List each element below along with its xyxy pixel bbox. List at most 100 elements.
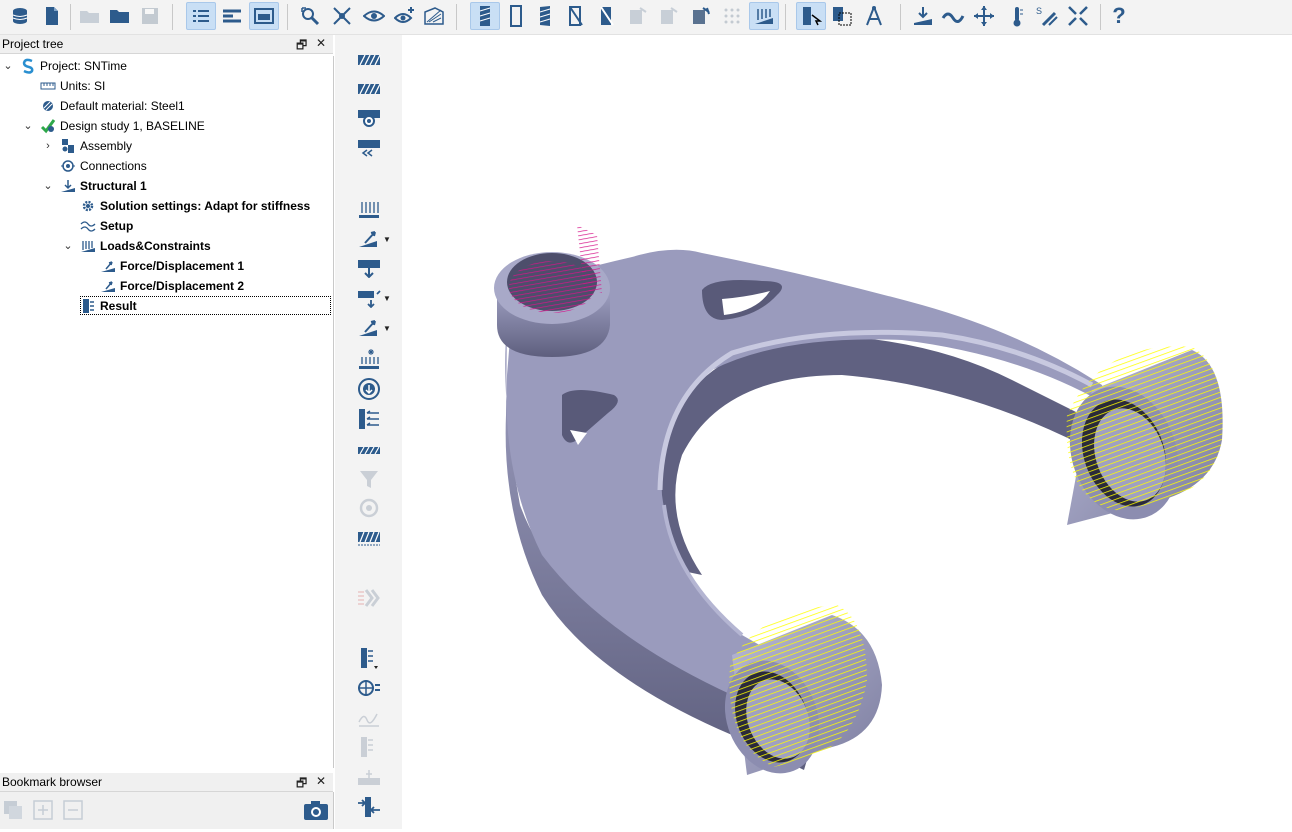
tree-list-icon[interactable] [186,2,216,30]
svg-text:S: S [1036,6,1042,16]
chevron-down-icon[interactable]: ⌄ [2,60,14,72]
help-icon[interactable]: ? [1107,3,1131,28]
displacement-load-icon[interactable] [357,316,381,340]
tree-node-label: Setup [100,219,134,233]
chevron-right-icon[interactable]: › [42,140,54,152]
contact-strip-icon[interactable] [357,438,381,462]
tree-node-result[interactable]: Result [80,296,137,316]
eye-view-icon[interactable] [362,4,386,28]
hatch-slant-icon[interactable] [533,4,557,28]
hatch-mirror-icon[interactable] [595,4,619,28]
zoom-fit-icon[interactable] [298,4,322,28]
shrink-icon[interactable] [1066,4,1090,28]
hatch-strip-icon[interactable] [357,48,381,72]
tree-node-label: Loads&Constraints [100,239,211,253]
force-load-icon[interactable] [357,227,381,251]
rotate-icon [357,496,381,520]
control-arm-model[interactable] [402,35,1292,829]
dropdown-arrow-icon[interactable]: ▼ [383,294,391,303]
gear-icon [80,198,96,214]
new-document-icon[interactable] [40,4,64,28]
funnel-icon [357,467,381,491]
bearing-icon[interactable] [357,106,381,130]
dropdown-arrow-icon[interactable]: ▼ [383,324,391,333]
compass-icon[interactable] [862,4,886,28]
tree-node-design-study[interactable]: Design study 1, BASELINE [40,116,205,136]
constraint-hatch-right [1066,346,1223,511]
chevron-down-icon[interactable]: ⌄ [42,180,54,192]
design-study-icon [40,118,56,134]
tree-node-force-displacement-1[interactable]: Force/Displacement 1 [100,256,244,276]
display-mode-icon[interactable] [249,2,279,30]
load-down-icon[interactable] [911,4,935,28]
tree-node-structural[interactable]: Structural 1 [60,176,147,196]
tree-node-setup[interactable]: Setup [80,216,133,236]
multi-load-icon[interactable] [357,407,381,431]
tree-node-label: Design study 1, BASELINE [60,119,205,133]
tree-node-label: Force/Displacement 1 [120,259,245,273]
tree-node-label: Default material: Steel1 [60,99,185,113]
result-bars-icon[interactable] [357,647,381,671]
mesh-load-icon[interactable] [749,2,779,30]
select-cursor-icon[interactable] [796,2,826,30]
compress-icon[interactable] [357,795,381,819]
tree-node-label: Project: SNTime [40,59,127,73]
hatch-cut-icon[interactable] [564,4,588,28]
bookmark-copy-icon [3,800,23,823]
load-wave-icon[interactable] [941,4,965,28]
dropdown-arrow-icon[interactable]: ▼ [383,235,391,244]
main-toolbar: S ? [0,0,1292,35]
hatch-body-icon[interactable] [470,2,500,30]
folder-icon[interactable] [108,4,132,28]
tree-node-label: Force/Displacement 2 [120,279,245,293]
force-icon [100,278,116,294]
tree-node-units[interactable]: Units: SI [40,76,105,96]
gravity-icon[interactable] [357,377,381,401]
load-move-icon[interactable] [972,4,996,28]
tree-node-connections[interactable]: Connections [60,156,147,176]
pressure-load-icon[interactable] [357,256,381,280]
hatch-strip-up-icon[interactable] [357,77,381,101]
structural-icon [60,178,76,194]
database-icon[interactable] [8,4,32,28]
cross-section-icon[interactable] [330,4,354,28]
split-view-icon[interactable] [220,4,244,28]
constraint-hatch-bottom [729,605,867,767]
eye-add-icon[interactable] [393,4,417,28]
distributed-load-icon[interactable] [357,197,381,221]
view-plane-icon[interactable] [422,4,446,28]
tree-node-loads-constraints[interactable]: Loads&Constraints [80,236,211,256]
material-icon [40,98,56,114]
spring-strip-icon[interactable] [357,526,381,550]
tree-node-solution-settings[interactable]: Solution settings: Adapt for stiffness [80,196,310,216]
thermal-load-icon[interactable] [357,347,381,371]
bookmark-remove-icon [63,800,83,823]
assembly-icon [60,138,76,154]
tree-node-project[interactable]: Project: SNTime [20,56,127,76]
3d-viewport[interactable] [402,35,1292,829]
camera-icon[interactable] [303,799,329,824]
chevron-down-icon[interactable]: ⌄ [62,240,74,252]
probe-target-icon[interactable] [357,676,381,700]
grid-dots-icon [720,4,744,28]
gray-tool-c-icon[interactable] [689,4,713,28]
outline-body-icon[interactable] [504,4,528,28]
select-box-icon[interactable] [830,4,854,28]
close-icon[interactable]: ✕ [316,774,326,788]
close-icon[interactable]: ✕ [316,36,326,50]
tree-node-material[interactable]: Default material: Steel1 [40,96,185,116]
sliding-icon[interactable] [357,136,381,160]
project-tree-header: Project tree 🗗 ✕ [0,35,333,54]
restore-icon[interactable]: 🗗 [296,36,307,57]
stress-icon[interactable]: S [1035,4,1059,28]
tree-node-assembly[interactable]: Assembly [60,136,132,156]
chevron-down-icon[interactable]: ⌄ [22,120,34,132]
thermometer-icon[interactable] [1005,4,1029,28]
moment-load-icon[interactable] [357,286,381,310]
project-s-icon [20,58,36,74]
tree-node-force-displacement-2[interactable]: Force/Displacement 2 [100,276,244,296]
setup-wave-icon [80,218,96,234]
panel-title: Project tree [2,37,64,51]
tree-node-label: Structural 1 [80,179,147,193]
connections-icon [60,158,76,174]
